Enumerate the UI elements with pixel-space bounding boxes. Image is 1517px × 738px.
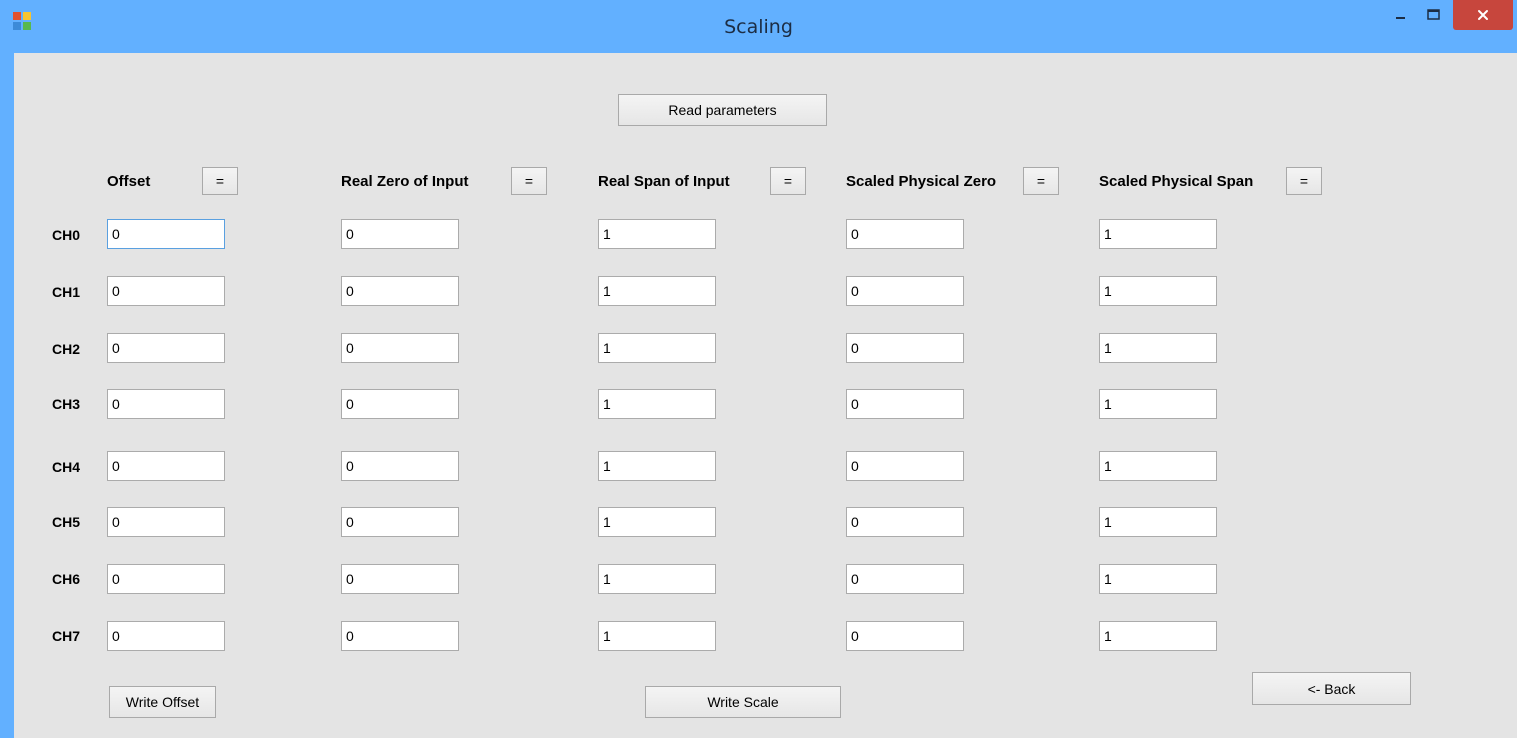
scaled-span-input-ch1[interactable] xyxy=(1099,276,1217,306)
maximize-button[interactable] xyxy=(1418,0,1450,30)
write-offset-button[interactable]: Write Offset xyxy=(109,686,216,718)
row-label-ch0: CH0 xyxy=(52,227,81,243)
row-label-ch1: CH1 xyxy=(52,284,81,300)
scaled-zero-input-ch4[interactable] xyxy=(846,451,964,481)
offset-input-ch3[interactable] xyxy=(107,389,225,419)
header-scaled-zero: Scaled Physical Zero xyxy=(846,173,997,190)
minimize-button[interactable] xyxy=(1385,0,1417,30)
scaled-span-input-ch5[interactable] xyxy=(1099,507,1217,537)
offset-apply-all-button[interactable]: = xyxy=(202,167,238,195)
read-parameters-button[interactable]: Read parameters xyxy=(618,94,827,126)
scaled-span-input-ch6[interactable] xyxy=(1099,564,1217,594)
scaled-zero-input-ch6[interactable] xyxy=(846,564,964,594)
offset-input-ch7[interactable] xyxy=(107,621,225,651)
real-span-input-ch7[interactable] xyxy=(598,621,716,651)
real-span-apply-all-button[interactable]: = xyxy=(770,167,806,195)
write-scale-button[interactable]: Write Scale xyxy=(645,686,841,718)
offset-input-ch6[interactable] xyxy=(107,564,225,594)
real-span-input-ch0[interactable] xyxy=(598,219,716,249)
real-zero-input-ch2[interactable] xyxy=(341,333,459,363)
real-zero-input-ch6[interactable] xyxy=(341,564,459,594)
close-icon xyxy=(1478,10,1488,20)
client-area: Read parameters Offset = Real Zero of In… xyxy=(14,53,1517,738)
scaled-zero-input-ch2[interactable] xyxy=(846,333,964,363)
offset-input-ch0[interactable] xyxy=(107,219,225,249)
row-label-ch3: CH3 xyxy=(52,396,81,412)
offset-input-ch1[interactable] xyxy=(107,276,225,306)
row-label-ch2: CH2 xyxy=(52,341,81,357)
scaled-zero-input-ch1[interactable] xyxy=(846,276,964,306)
real-zero-input-ch3[interactable] xyxy=(341,389,459,419)
row-label-ch6: CH6 xyxy=(52,571,81,587)
scaled-span-input-ch4[interactable] xyxy=(1099,451,1217,481)
offset-input-ch4[interactable] xyxy=(107,451,225,481)
real-span-input-ch6[interactable] xyxy=(598,564,716,594)
scaled-span-input-ch7[interactable] xyxy=(1099,621,1217,651)
real-zero-apply-all-button[interactable]: = xyxy=(511,167,547,195)
header-real-span: Real Span of Input xyxy=(598,173,730,190)
real-zero-input-ch4[interactable] xyxy=(341,451,459,481)
scaled-zero-input-ch0[interactable] xyxy=(846,219,964,249)
maximize-icon xyxy=(1427,9,1440,20)
scaling-window: Scaling Read parameters Offset = Real Ze… xyxy=(0,0,1517,738)
header-real-zero: Real Zero of Input xyxy=(341,173,469,190)
row-label-ch5: CH5 xyxy=(52,514,81,530)
scaled-zero-input-ch7[interactable] xyxy=(846,621,964,651)
offset-input-ch2[interactable] xyxy=(107,333,225,363)
row-label-ch7: CH7 xyxy=(52,628,81,644)
scaled-zero-apply-all-button[interactable]: = xyxy=(1023,167,1059,195)
real-zero-input-ch7[interactable] xyxy=(341,621,459,651)
header-scaled-span: Scaled Physical Span xyxy=(1099,173,1254,190)
scaled-span-input-ch3[interactable] xyxy=(1099,389,1217,419)
real-span-input-ch3[interactable] xyxy=(598,389,716,419)
real-zero-input-ch0[interactable] xyxy=(341,219,459,249)
real-zero-input-ch5[interactable] xyxy=(341,507,459,537)
real-span-input-ch2[interactable] xyxy=(598,333,716,363)
scaled-span-input-ch0[interactable] xyxy=(1099,219,1217,249)
real-span-input-ch5[interactable] xyxy=(598,507,716,537)
scaled-zero-input-ch5[interactable] xyxy=(846,507,964,537)
scaled-zero-input-ch3[interactable] xyxy=(846,389,964,419)
offset-input-ch5[interactable] xyxy=(107,507,225,537)
title-bar[interactable]: Scaling xyxy=(0,0,1517,53)
minimize-icon xyxy=(1396,17,1405,19)
real-span-input-ch4[interactable] xyxy=(598,451,716,481)
row-label-ch4: CH4 xyxy=(52,459,81,475)
window-title: Scaling xyxy=(724,16,793,38)
back-button[interactable]: <- Back xyxy=(1252,672,1411,705)
real-span-input-ch1[interactable] xyxy=(598,276,716,306)
scaled-span-input-ch2[interactable] xyxy=(1099,333,1217,363)
header-offset: Offset xyxy=(107,173,151,190)
real-zero-input-ch1[interactable] xyxy=(341,276,459,306)
close-button[interactable] xyxy=(1453,0,1513,30)
scaled-span-apply-all-button[interactable]: = xyxy=(1286,167,1322,195)
